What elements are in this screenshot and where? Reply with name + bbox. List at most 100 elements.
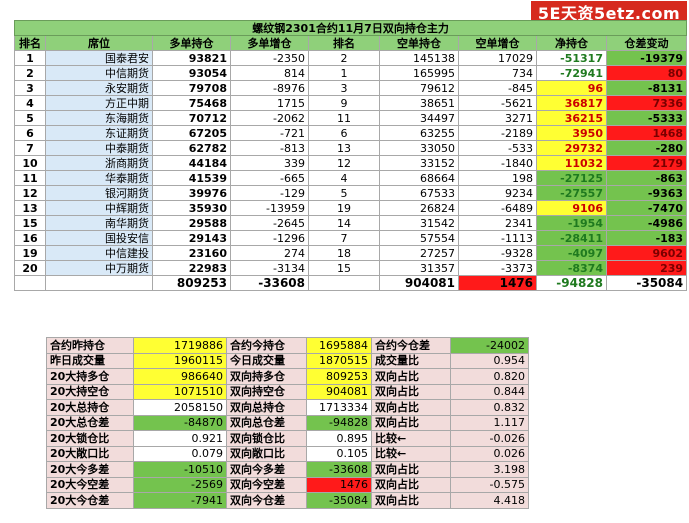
position-diff-cell: -863 xyxy=(605,170,688,186)
net-position-cell: -72941 xyxy=(536,65,607,81)
empty-cell xyxy=(45,275,153,291)
column-header: 空单持仓 xyxy=(379,35,459,51)
long-position-cell: 23160 xyxy=(152,245,231,261)
long-change-cell: 274 xyxy=(230,245,309,261)
position-diff-cell: 80 xyxy=(605,65,688,81)
long-change-cell: -129 xyxy=(230,185,309,201)
table-row: 6 东证期货 67205 -721 6 63255 -2189 3950 1468 xyxy=(14,125,688,141)
short-change-cell: 3271 xyxy=(458,110,537,126)
long-change-cell: -8976 xyxy=(230,80,309,96)
stat-label: 双向占比 xyxy=(371,383,451,400)
broker-cell: 永安期货 xyxy=(45,80,153,96)
long-rank-cell: 12 xyxy=(14,185,46,201)
table-row: 3 永安期货 79708 -8976 3 79612 -845 96 -8131 xyxy=(14,80,688,96)
long-position-cell: 70712 xyxy=(152,110,231,126)
stat-label: 20大今空差 xyxy=(46,476,134,493)
long-rank-cell: 2 xyxy=(14,65,46,81)
short-rank-cell: 2 xyxy=(308,50,380,66)
stat-label: 20大持空仓 xyxy=(46,383,134,400)
long-position-cell: 79708 xyxy=(152,80,231,96)
position-diff-cell: -4986 xyxy=(605,215,688,231)
short-rank-cell: 15 xyxy=(308,260,380,276)
stats-row: 20大持空仓 1071510 双向持空仓 904081 双向占比 0.844 xyxy=(46,383,529,400)
position-table: 螺纹钢2301合约11月7日双向持仓主力 排名 席位 多单持仓 多单增仓 排名 空单持仓 空单… xyxy=(13,20,688,291)
short-rank-cell: 1 xyxy=(308,65,380,81)
long-position-cell: 62782 xyxy=(152,140,231,156)
total-diff-cell: -35084 xyxy=(605,275,688,291)
table-row: 2 中信期货 93054 814 1 165995 734 -72941 80 xyxy=(14,65,688,81)
stats-row: 20大总持仓 2058150 双向总持仓 1713334 双向占比 0.832 xyxy=(46,399,529,416)
stat-label: 20大敞口比 xyxy=(46,445,134,462)
stat-label: 双向占比 xyxy=(371,414,451,431)
long-position-cell: 44184 xyxy=(152,155,231,171)
short-position-cell: 63255 xyxy=(379,125,459,141)
short-change-cell: -6489 xyxy=(458,200,537,216)
column-header: 多单持仓 xyxy=(152,35,231,51)
stat-value: 0.895 xyxy=(306,430,372,447)
broker-cell: 南华期货 xyxy=(45,215,153,231)
net-position-cell: -28411 xyxy=(536,230,607,246)
short-rank-cell: 14 xyxy=(308,215,380,231)
short-rank-cell: 5 xyxy=(308,185,380,201)
long-position-cell: 22983 xyxy=(152,260,231,276)
stat-value: 0.921 xyxy=(133,430,227,447)
stat-value: -24002 xyxy=(450,337,529,354)
broker-cell: 东海期货 xyxy=(45,110,153,126)
short-rank-cell: 11 xyxy=(308,110,380,126)
broker-cell: 方正中期 xyxy=(45,95,153,111)
long-change-cell: -721 xyxy=(230,125,309,141)
stat-label: 双向总持仓 xyxy=(226,399,307,416)
stat-value: -35084 xyxy=(306,492,372,509)
totals-row: 809253 -33608 904081 1476 -94828 -35084 xyxy=(14,275,688,291)
position-diff-cell: 9602 xyxy=(605,245,688,261)
short-position-cell: 27257 xyxy=(379,245,459,261)
title-row: 螺纹钢2301合约11月7日双向持仓主力 xyxy=(13,20,688,36)
short-position-cell: 31542 xyxy=(379,215,459,231)
long-change-cell: 339 xyxy=(230,155,309,171)
stats-row: 20大总仓差 -84870 双向总仓差 -94828 双向占比 1.117 xyxy=(46,414,529,431)
table-row: 16 国投安信 29143 -1296 7 57554 -1113 -28411 -183 xyxy=(14,230,688,246)
long-rank-cell: 4 xyxy=(14,95,46,111)
stat-value: 0.026 xyxy=(450,445,529,462)
stat-label: 双向锁仓比 xyxy=(226,430,307,447)
short-rank-cell: 7 xyxy=(308,230,380,246)
stat-label: 20大持多仓 xyxy=(46,368,134,385)
broker-cell: 中万期货 xyxy=(45,260,153,276)
stats-row: 20大今空差 -2569 双向今空差 1476 双向占比 -0.575 xyxy=(46,476,529,493)
long-change-cell: -13959 xyxy=(230,200,309,216)
short-position-cell: 33050 xyxy=(379,140,459,156)
empty-cell xyxy=(14,275,46,291)
short-change-cell: -533 xyxy=(458,140,537,156)
net-position-cell: 3950 xyxy=(536,125,607,141)
short-rank-cell: 18 xyxy=(308,245,380,261)
long-change-cell: -2062 xyxy=(230,110,309,126)
long-position-cell: 93821 xyxy=(152,50,231,66)
table-row: 15 南华期货 29588 -2645 14 31542 2341 -1954 -4986 xyxy=(14,215,688,231)
short-rank-cell: 9 xyxy=(308,95,380,111)
short-position-cell: 26824 xyxy=(379,200,459,216)
short-position-cell: 145138 xyxy=(379,50,459,66)
stat-value: 0.954 xyxy=(450,352,529,369)
long-position-cell: 41539 xyxy=(152,170,231,186)
broker-cell: 华泰期货 xyxy=(45,170,153,186)
stat-value: 3.198 xyxy=(450,461,529,478)
long-change-cell: -813 xyxy=(230,140,309,156)
stat-label: 双向总仓差 xyxy=(226,414,307,431)
long-position-cell: 29143 xyxy=(152,230,231,246)
short-position-cell: 34497 xyxy=(379,110,459,126)
stat-value: 4.418 xyxy=(450,492,529,509)
stat-label: 合约今仓差 xyxy=(371,337,451,354)
stats-row: 昨日成交量 1960115 今日成交量 1870515 成交量比 0.954 xyxy=(46,352,529,369)
net-position-cell: 96 xyxy=(536,80,607,96)
broker-cell: 中辉期货 xyxy=(45,200,153,216)
short-rank-cell: 19 xyxy=(308,200,380,216)
long-rank-cell: 16 xyxy=(14,230,46,246)
stat-label: 双向占比 xyxy=(371,492,451,509)
stat-label: 今日成交量 xyxy=(226,352,307,369)
header-row: 排名 席位 多单持仓 多单增仓 排名 空单持仓 空单增仓 净持仓 仓差变动 xyxy=(14,35,688,51)
statistics-table: 合约昨持仓 1719886 合约今持仓 1695884 合约今仓差 -24002 昨日成交量… xyxy=(46,337,529,509)
stat-value: 0.820 xyxy=(450,368,529,385)
short-change-cell: -2189 xyxy=(458,125,537,141)
column-header: 席位 xyxy=(45,35,153,51)
short-change-cell: 9234 xyxy=(458,185,537,201)
